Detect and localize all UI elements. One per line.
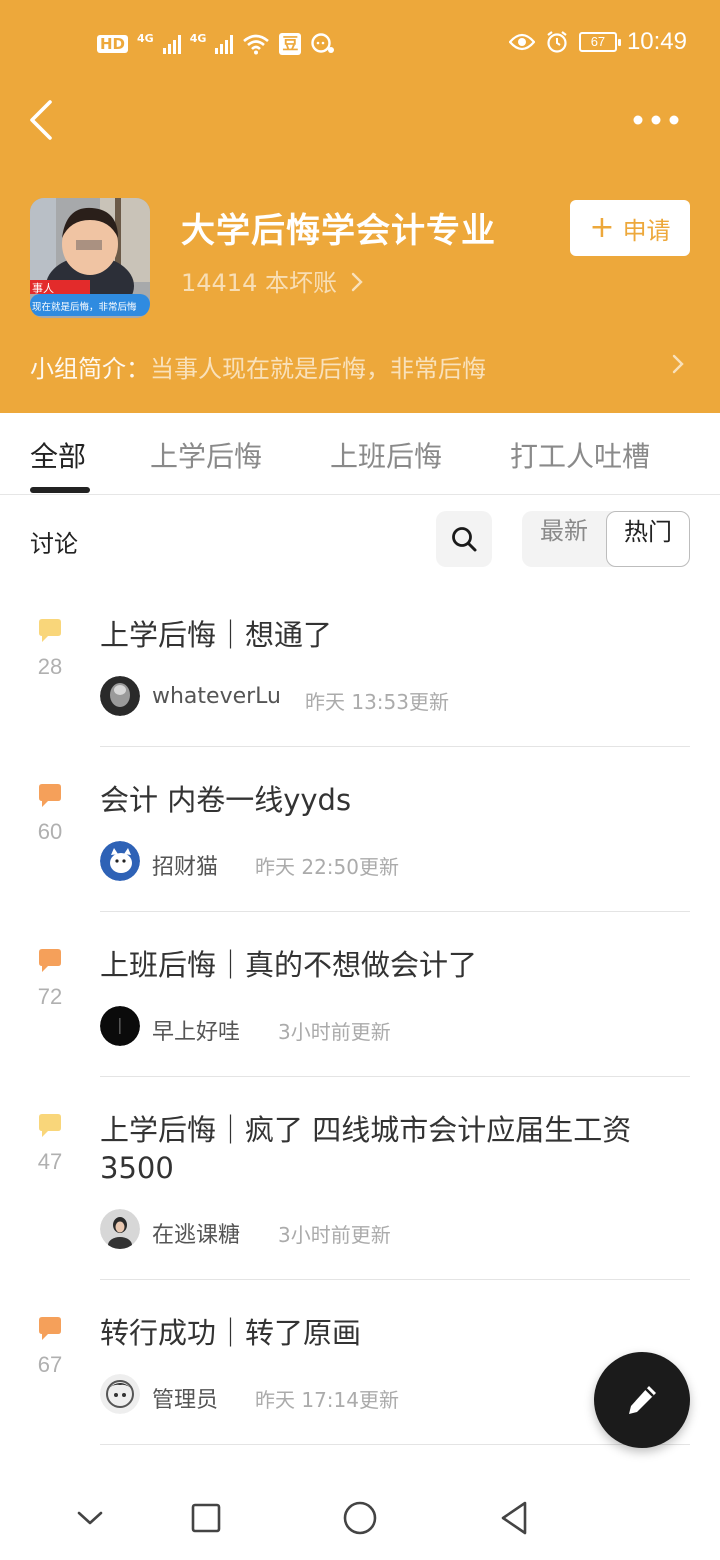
apply-label: 申请 <box>622 216 671 245</box>
tab-all[interactable]: 全部 <box>30 435 86 475</box>
status-bar: HD 4G 4G 豆 67 10:49 <box>0 22 720 66</box>
post-title: 上学后悔｜想通了 <box>100 618 333 652</box>
triangle-back-icon <box>501 1501 527 1535</box>
nav-hide-button[interactable] <box>70 1498 110 1538</box>
post-item[interactable]: 28 上学后悔｜想通了 whateverLu 昨天 13:53更新 <box>0 600 720 747</box>
circle-icon <box>343 1501 377 1535</box>
sort-latest-button[interactable]: 最新 <box>522 511 606 567</box>
comment-icon <box>39 1114 61 1137</box>
chat-notification-icon <box>311 33 335 53</box>
comment-icon <box>39 949 61 972</box>
comment-count: 60 <box>37 819 63 844</box>
intro-text: 当事人现在就是后悔，非常后悔 <box>150 355 486 383</box>
wifi-icon <box>243 34 270 55</box>
intro-label: 小组简介： <box>30 355 150 383</box>
plus-icon: + <box>589 210 615 245</box>
group-header: HD 4G 4G 豆 67 10:49 事人 现在就是后悔，非常后悔 大学后悔学… <box>0 0 720 413</box>
intro-chevron-right-icon <box>672 354 684 374</box>
sim2-label: 4G <box>189 31 207 45</box>
sort-toggle: 最新 热门 <box>522 511 690 567</box>
back-button[interactable] <box>24 96 60 144</box>
post-item[interactable]: 72 上班后悔｜真的不想做会计了 早上好哇 3小时前更新 <box>0 930 720 1077</box>
updated-time: 3小时前更新 <box>278 1223 391 1247</box>
sort-hot-button[interactable]: 热门 <box>606 511 690 567</box>
comment-icon <box>39 619 61 642</box>
nav-recents-button[interactable] <box>186 1498 226 1538</box>
divider <box>100 746 690 747</box>
status-right: 67 10:49 <box>508 28 687 56</box>
clock: 10:49 <box>626 28 687 55</box>
divider <box>100 1076 690 1077</box>
search-button[interactable] <box>436 511 492 567</box>
author-avatar[interactable] <box>100 1209 140 1249</box>
comment-icon <box>39 784 61 807</box>
pencil-icon <box>629 1386 656 1414</box>
post-title: 上学后悔｜疯了 四线城市会计应届生工资3500 <box>100 1113 632 1185</box>
author-name[interactable]: 在逃课糖 <box>152 1217 240 1249</box>
post-item[interactable]: 60 会计 内卷一线yyds 招财猫 昨天 22:50更新 <box>0 765 720 912</box>
hd-icon: HD <box>97 35 129 53</box>
section-title: 讨论 <box>30 530 78 558</box>
post-item[interactable]: 47 上学后悔｜疯了 四线城市会计应届生工资3500 在逃课糖 3小时前更新 <box>0 1095 720 1280</box>
system-navigation-bar <box>0 1470 720 1560</box>
author-name[interactable]: 早上好哇 <box>152 1014 240 1046</box>
comment-count: 72 <box>37 984 63 1009</box>
alarm-icon <box>547 31 567 53</box>
tab-worker-rant[interactable]: 打工人吐槽 <box>510 435 650 475</box>
comment-count: 28 <box>37 654 63 679</box>
battery-icon: 67 <box>578 32 621 52</box>
comment-count: 47 <box>37 1149 63 1174</box>
group-intro[interactable]: 小组简介：当事人现在就是后悔，非常后悔 <box>30 349 690 384</box>
author-avatar[interactable] <box>100 1374 140 1414</box>
updated-time: 昨天 13:53更新 <box>305 690 449 714</box>
category-tabs: 全部 上学后悔 上班后悔 打工人吐槽 <box>0 413 720 495</box>
comment-icon <box>39 1317 61 1340</box>
author-name[interactable]: 招财猫 <box>152 849 218 881</box>
updated-time: 昨天 17:14更新 <box>255 1388 399 1412</box>
sim1-label: 4G <box>137 31 154 45</box>
post-title: 上班后悔｜真的不想做会计了 <box>100 948 478 982</box>
avatar-caption-top: 事人 <box>32 282 54 295</box>
group-member-count[interactable]: 14414 本坏账 <box>181 263 363 298</box>
douban-app-icon: 豆 <box>279 33 302 55</box>
avatar-caption-bottom: 现在就是后悔，非常后悔 <box>32 302 137 313</box>
updated-time: 昨天 22:50更新 <box>255 855 399 879</box>
more-options-button[interactable] <box>630 108 682 132</box>
author-name[interactable]: 管理员 <box>152 1382 218 1414</box>
status-left: HD 4G 4G 豆 <box>97 32 336 56</box>
divider <box>100 1444 690 1445</box>
chevron-down-icon <box>77 1511 103 1525</box>
search-icon <box>452 527 477 552</box>
updated-time: 3小时前更新 <box>278 1020 391 1044</box>
chevron-left-icon <box>30 100 52 140</box>
tab-school-regret[interactable]: 上学后悔 <box>150 435 262 475</box>
nav-back-button[interactable] <box>494 1498 534 1538</box>
tab-work-regret[interactable]: 上班后悔 <box>330 435 442 475</box>
square-icon <box>191 1503 221 1533</box>
nav-home-button[interactable] <box>340 1498 380 1538</box>
author-name[interactable]: whateverLu <box>152 684 281 709</box>
comment-count: 67 <box>37 1352 63 1377</box>
more-horizontal-icon <box>633 115 679 125</box>
author-avatar[interactable] <box>100 676 140 716</box>
divider <box>100 911 690 912</box>
apply-join-button[interactable]: + 申请 <box>570 200 690 256</box>
author-avatar[interactable] <box>100 1006 140 1046</box>
author-avatar[interactable] <box>100 841 140 881</box>
member-count-text: 14414 本坏账 <box>181 269 337 297</box>
compose-post-button[interactable] <box>594 1352 690 1448</box>
post-title: 转行成功｜转了原画 <box>100 1316 362 1350</box>
group-title: 大学后悔学会计专业 <box>181 211 496 251</box>
signal-icon <box>162 34 181 54</box>
eye-icon <box>508 33 535 51</box>
group-avatar[interactable]: 事人 现在就是后悔，非常后悔 <box>30 198 150 318</box>
divider <box>100 1279 690 1280</box>
post-title: 会计 内卷一线yyds <box>100 783 352 817</box>
chevron-right-icon <box>351 272 363 292</box>
active-tab-indicator <box>30 487 90 493</box>
signal-icon-2 <box>215 34 234 54</box>
